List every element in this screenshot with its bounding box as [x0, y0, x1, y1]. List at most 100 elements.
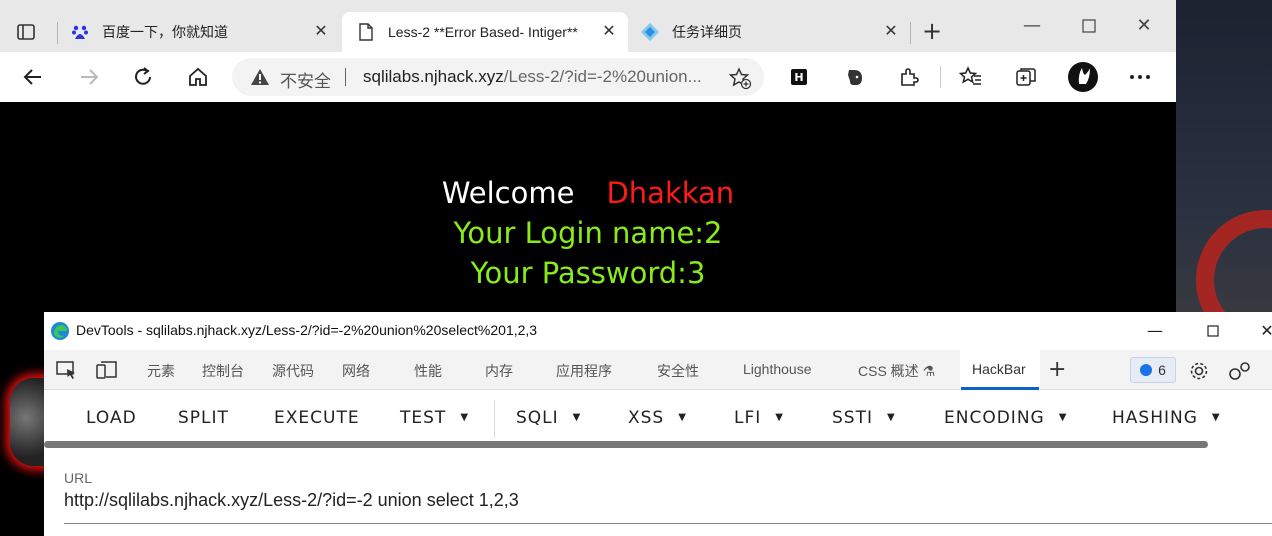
close-tab-icon[interactable]: ✕ [882, 23, 900, 41]
devtools-titlebar: DevTools - sqlilabs.njhack.xyz/Less-2/?i… [44, 312, 1272, 350]
load-button[interactable]: LOAD [86, 408, 137, 428]
refresh-icon[interactable] [130, 64, 156, 90]
settings-gear-icon[interactable] [1188, 360, 1210, 380]
evernote-icon[interactable] [842, 64, 868, 90]
close-window-button[interactable]: ✕ [1132, 14, 1156, 38]
favorites-icon[interactable] [958, 64, 984, 90]
tab-actions-icon[interactable] [16, 22, 36, 42]
profile-avatar[interactable] [1068, 62, 1098, 92]
tab-less-2[interactable]: Less-2 **Error Based- Intiger** ✕ [342, 12, 628, 52]
maximize-button[interactable] [1077, 14, 1101, 38]
tab-strip: 百度一下，你就知道 ✕ Less-2 **Error Based- Intige… [0, 0, 1176, 52]
hackbar-separator [494, 400, 495, 438]
username-text: Dhakkan [606, 176, 735, 210]
test-label: TEST [400, 408, 447, 428]
url-field[interactable]: http://sqlilabs.njhack.xyz/Less-2/?id=-2… [64, 490, 519, 511]
encoding-label: ENCODING [944, 408, 1045, 428]
welcome-text: Welcome [441, 176, 575, 210]
add-favorite-icon[interactable] [728, 66, 752, 90]
forward-icon[interactable] [76, 64, 102, 90]
execute-button[interactable]: EXECUTE [274, 408, 360, 428]
lfi-dropdown[interactable]: LFI ▼ [734, 408, 784, 428]
tab-security[interactable]: 安全性 [657, 361, 699, 381]
home-icon[interactable] [185, 64, 211, 90]
sqli-dropdown[interactable]: SQLI ▼ [516, 408, 581, 428]
inspect-element-icon[interactable] [56, 360, 78, 380]
tab-baidu[interactable]: 百度一下，你就知道 ✕ [60, 12, 340, 52]
device-emulation-icon[interactable] [96, 360, 118, 380]
new-tab-button[interactable]: + [920, 19, 944, 44]
split-button[interactable]: SPLIT [178, 408, 229, 428]
tab-sources[interactable]: 源代码 [272, 361, 314, 381]
devtools-close-button[interactable]: ✕ [1256, 320, 1272, 342]
url-text[interactable]: sqlilabs.njhack.xyz/Less-2/?id=-2%20unio… [363, 67, 702, 87]
hackbar-url-panel: URL http://sqlilabs.njhack.xyz/Less-2/?i… [44, 448, 1272, 536]
issues-count: 6 [1158, 362, 1166, 378]
caret-down-icon: ▼ [1058, 412, 1068, 423]
tab-hackbar[interactable]: HackBar [972, 361, 1026, 377]
devtools-minimize-button[interactable]: — [1144, 320, 1166, 342]
devtools-window: DevTools - sqlilabs.njhack.xyz/Less-2/?i… [44, 312, 1272, 536]
more-tabs-icon[interactable]: + [1048, 357, 1066, 382]
tab-application[interactable]: 应用程序 [556, 361, 612, 381]
tab-separator [910, 22, 911, 44]
url-host: sqlilabs.njhack.xyz [363, 67, 504, 86]
url-field-label: URL [64, 470, 93, 486]
minimize-button[interactable]: — [1020, 14, 1044, 38]
tab-elements[interactable]: 元素 [147, 361, 175, 381]
tab-console[interactable]: 控制台 [202, 361, 244, 381]
edge-logo-icon [50, 321, 70, 341]
url-path: /Less-2/?id=-2%20union... [503, 67, 702, 86]
test-dropdown[interactable]: TEST ▼ [400, 408, 469, 428]
tab-performance[interactable]: 性能 [414, 361, 442, 381]
hackbar-scrollbar[interactable] [44, 441, 1208, 448]
back-icon[interactable] [20, 64, 46, 90]
lfi-label: LFI [734, 408, 762, 428]
page-icon [356, 22, 376, 42]
caret-down-icon: ▼ [460, 412, 470, 423]
url-field-underline [64, 523, 1272, 524]
flask-icon: ⚗ [922, 363, 936, 379]
password-text: Your Password:3 [470, 256, 706, 290]
tab-css-overview-label: CSS 概述 [858, 363, 919, 379]
devtools-title: DevTools - sqlilabs.njhack.xyz/Less-2/?i… [76, 322, 538, 338]
devtools-maximize-button[interactable] [1202, 320, 1224, 342]
close-tab-icon[interactable]: ✕ [312, 23, 330, 41]
warning-icon[interactable] [250, 68, 270, 86]
address-bar[interactable]: 不安全 sqlilabs.njhack.xyz/Less-2/?id=-2%20… [232, 58, 764, 96]
xss-label: XSS [628, 408, 665, 428]
tab-network[interactable]: 网络 [342, 361, 370, 381]
welcome-line: Welcome Dhakkan [0, 176, 1176, 210]
customize-devtools-icon[interactable] [1228, 360, 1250, 380]
sqli-label: SQLI [516, 408, 559, 428]
issues-badge[interactable]: 6 [1130, 357, 1176, 383]
caret-down-icon: ▼ [775, 412, 784, 423]
extensions-icon[interactable] [896, 64, 922, 90]
address-divider [345, 68, 346, 86]
tab-label: 百度一下，你就知道 [102, 24, 228, 40]
caret-down-icon: ▼ [678, 412, 687, 423]
tab-lighthouse[interactable]: Lighthouse [743, 361, 812, 377]
tab-memory[interactable]: 内存 [485, 361, 513, 381]
tab-separator [57, 22, 58, 44]
tab-task-detail[interactable]: 任务详细页 ✕ [630, 12, 910, 52]
page-content: Welcome Dhakkan Your Login name:2 Your Pa… [0, 102, 1176, 312]
hashing-dropdown[interactable]: HASHING ▼ [1112, 408, 1221, 428]
issues-icon [1140, 364, 1153, 376]
more-options-icon[interactable] [1127, 64, 1153, 90]
tab-label: Less-2 **Error Based- Intiger** [388, 24, 578, 40]
close-tab-icon[interactable]: ✕ [600, 23, 618, 41]
encoding-dropdown[interactable]: ENCODING ▼ [944, 408, 1067, 428]
ssti-dropdown[interactable]: SSTI ▼ [832, 408, 896, 428]
ssti-label: SSTI [832, 408, 873, 428]
hashing-label: HASHING [1112, 408, 1198, 428]
hackbar-extension-icon[interactable]: H [786, 64, 812, 90]
svg-text:H: H [794, 71, 803, 84]
diamond-icon [640, 22, 660, 42]
tab-label: 任务详细页 [672, 24, 742, 40]
tab-css-overview[interactable]: CSS 概述 ⚗ [858, 361, 935, 381]
xss-dropdown[interactable]: XSS ▼ [628, 408, 687, 428]
toolbar-separator [940, 66, 941, 88]
security-label[interactable]: 不安全 [280, 67, 331, 92]
collections-icon[interactable] [1013, 64, 1039, 90]
